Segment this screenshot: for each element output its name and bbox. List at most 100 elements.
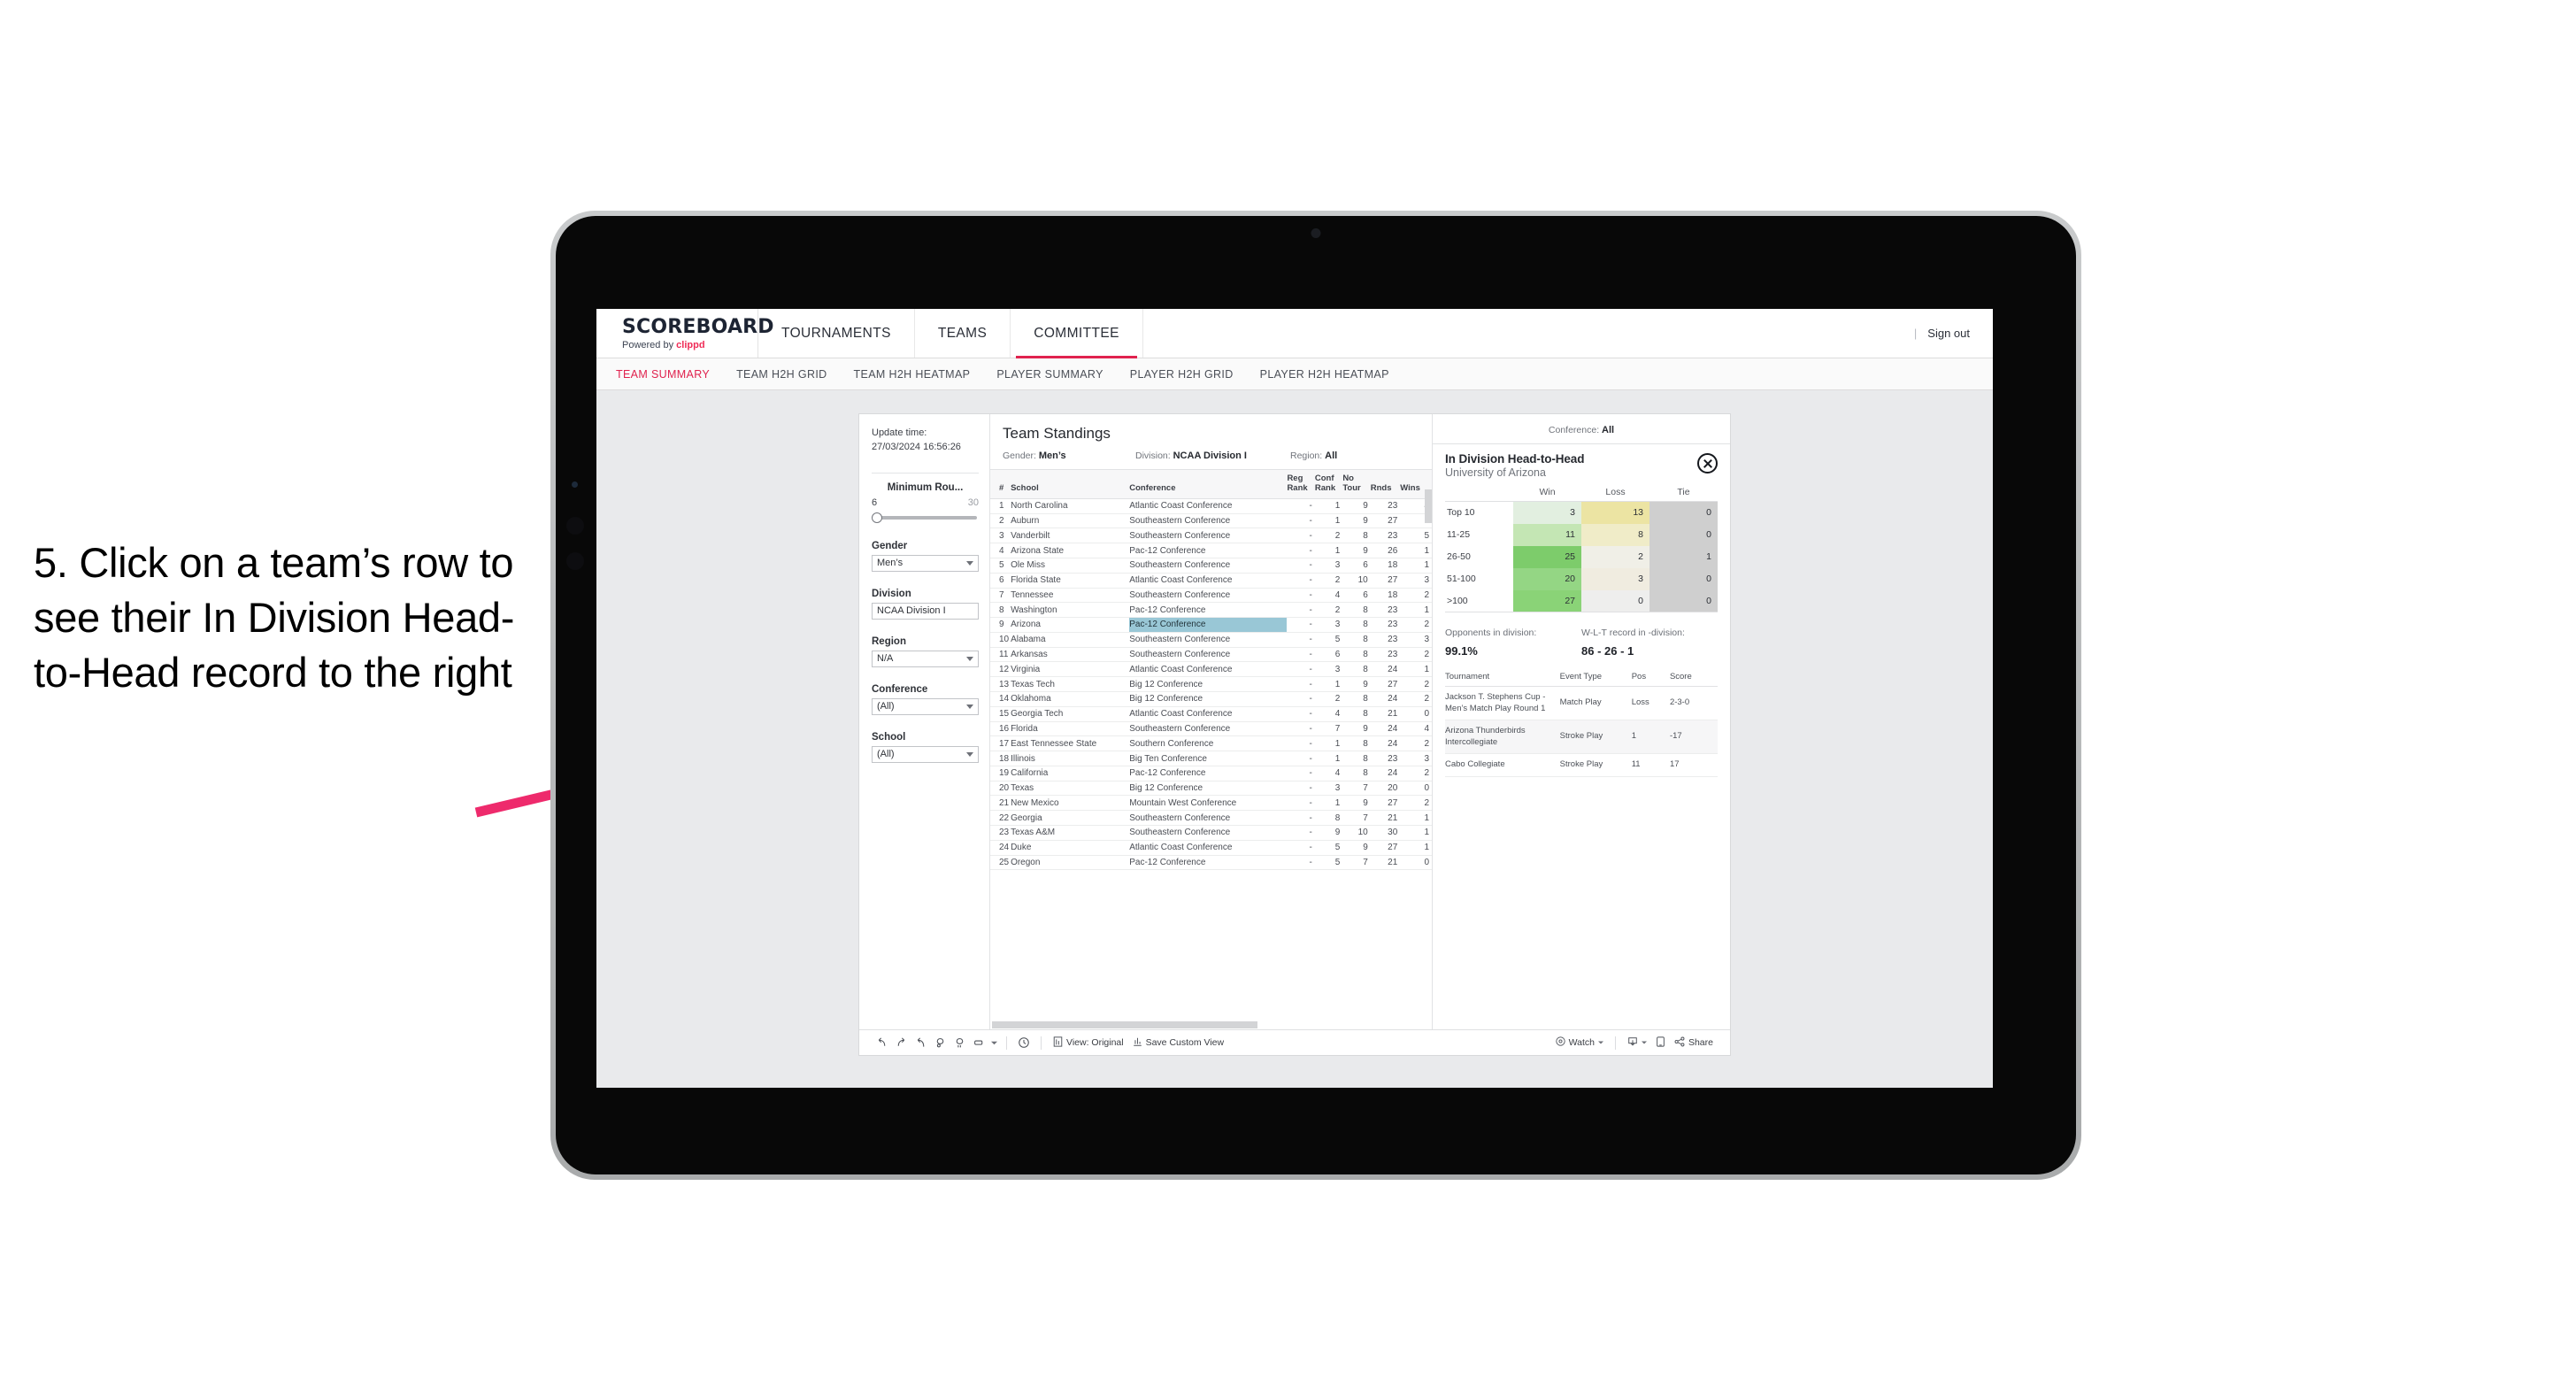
table-row[interactable]: 24 Duke Atlantic Coast Conference -5 9 27 1 bbox=[990, 840, 1432, 856]
tab-team-summary[interactable]: TEAM SUMMARY bbox=[616, 368, 710, 381]
cell-rnds: 27 bbox=[1370, 573, 1401, 589]
table-row[interactable]: 7 Tennessee Southeastern Conference -4 6 18 2 bbox=[990, 588, 1432, 604]
head-to-head-panel: Conference: All In Division Head-to-Head… bbox=[1433, 414, 1730, 1029]
update-time-block: Update time: 27/03/2024 16:56:26 bbox=[872, 427, 979, 455]
conference-select[interactable]: (All) bbox=[872, 697, 979, 715]
table-row[interactable]: 15 Georgia Tech Atlantic Coast Conference -… bbox=[990, 706, 1432, 722]
tab-team-h2h-heatmap[interactable]: TEAM H2H HEATMAP bbox=[854, 368, 971, 381]
meta-division-value: NCAA Division I bbox=[1173, 450, 1247, 461]
cell-conference: Atlantic Coast Conference bbox=[1129, 840, 1288, 856]
table-row[interactable]: 19 California Pac-12 Conference -4 8 24 2 bbox=[990, 766, 1432, 782]
col-reg-rank[interactable]: Reg Rank bbox=[1287, 470, 1315, 499]
cell-conference: Atlantic Coast Conference bbox=[1129, 706, 1288, 722]
table-row[interactable]: 8 Washington Pac-12 Conference -2 8 23 1 bbox=[990, 602, 1432, 619]
nav-item-tournaments[interactable]: TOURNAMENTS bbox=[758, 309, 915, 358]
table-row[interactable]: 2AuburnSoutheastern Conference-19276 bbox=[990, 513, 1432, 529]
table-row[interactable]: 22 Georgia Southeastern Conference -8 7 21 1 bbox=[990, 810, 1432, 827]
close-icon[interactable] bbox=[1697, 453, 1718, 474]
cell-conference: Pac-12 Conference bbox=[1129, 617, 1288, 633]
standings-horizontal-scrollbar[interactable] bbox=[992, 1021, 1257, 1028]
nav-item-committee[interactable]: COMMITTEE bbox=[1011, 309, 1143, 358]
col-no-tour[interactable]: No Tour bbox=[1342, 470, 1371, 499]
table-row[interactable]: 4 Arizona State Pac-12 Conference -1 9 26 1 bbox=[990, 543, 1432, 558]
download-button[interactable] bbox=[1623, 1036, 1651, 1050]
undo-icon[interactable] bbox=[872, 1034, 891, 1051]
view-original-button[interactable]: View: Original bbox=[1049, 1036, 1128, 1050]
standings-vertical-scrollbar[interactable] bbox=[1425, 489, 1432, 523]
cell-reg-rank: - bbox=[1287, 602, 1315, 619]
table-row[interactable]: 1 North Carolina Atlantic Coast Conference… bbox=[990, 498, 1432, 514]
slider-knob[interactable] bbox=[872, 512, 882, 523]
table-row[interactable]: 21 New Mexico Mountain West Conference -1 9 2… bbox=[990, 795, 1432, 812]
minimum-rounds-slider[interactable] bbox=[872, 512, 979, 524]
signout-link[interactable]: Sign out bbox=[1927, 327, 1970, 340]
redo-icon[interactable] bbox=[891, 1034, 911, 1051]
cell-rnds: 21 bbox=[1370, 810, 1401, 827]
col-rnds[interactable]: Rnds bbox=[1370, 470, 1401, 499]
division-select[interactable]: NCAA Division I bbox=[872, 602, 979, 620]
tournament-row[interactable]: Jackson T. Stephens Cup - Men’s Match Pl… bbox=[1445, 686, 1718, 721]
nav-separator: | bbox=[1913, 327, 1918, 340]
tablet-device: SCOREBOARD Powered by clippd TOURNAMENTS… bbox=[550, 211, 2081, 1180]
watch-button[interactable]: Watch bbox=[1551, 1036, 1608, 1049]
pause-icon[interactable] bbox=[950, 1034, 969, 1051]
tournament-row[interactable]: Arizona Thunderbirds Intercollegiate Stro… bbox=[1445, 720, 1718, 755]
table-row[interactable]: 9 Arizona Pac-12 Conference -3 8 23 2 bbox=[990, 617, 1432, 633]
opponents-value: 99.1% bbox=[1445, 644, 1478, 658]
nav-item-teams[interactable]: TEAMS bbox=[915, 309, 1011, 358]
tab-team-h2h-grid[interactable]: TEAM H2H GRID bbox=[736, 368, 827, 381]
table-row[interactable]: 13 Texas Tech Big 12 Conference -1 9 27 2 bbox=[990, 676, 1432, 692]
school-select[interactable]: (All) bbox=[872, 745, 979, 763]
tab-player-h2h-grid[interactable]: PLAYER H2H GRID bbox=[1130, 368, 1234, 381]
table-row[interactable]: 3 Vanderbilt Southeastern Conference -2 8 23 5 bbox=[990, 527, 1432, 544]
table-row[interactable]: 20 Texas Big 12 Conference -3 7 20 0 bbox=[990, 781, 1432, 797]
col-conf-rank[interactable]: Conf Rank bbox=[1314, 470, 1343, 499]
table-row[interactable]: 17 East Tennessee State Southern Conferenc… bbox=[990, 735, 1432, 752]
toolbar-separator-3 bbox=[1614, 1036, 1616, 1050]
table-row[interactable]: 12 Virginia Atlantic Coast Conference -3 8 24… bbox=[990, 661, 1432, 678]
share-button[interactable]: Share bbox=[1670, 1036, 1718, 1050]
cell-school: Texas A&M bbox=[1011, 825, 1130, 841]
table-row[interactable]: 10 Alabama Southeastern Conference -5 8 23 3 bbox=[990, 632, 1432, 648]
region-value: N/A bbox=[877, 653, 894, 665]
table-row[interactable]: 18 Illinois Big Ten Conference -1 8 23 3 bbox=[990, 751, 1432, 766]
cell-conference: Pac-12 Conference bbox=[1129, 602, 1288, 619]
dropdown-caret-icon[interactable] bbox=[988, 1034, 999, 1051]
cell-conf-rank: 1 bbox=[1314, 676, 1343, 692]
revert-icon[interactable] bbox=[911, 1034, 930, 1051]
cell-no-tour: 8 bbox=[1342, 632, 1371, 648]
cell-conference: Pac-12 Conference bbox=[1129, 855, 1288, 871]
gender-select[interactable]: Men’s bbox=[872, 554, 979, 572]
region-select[interactable]: N/A bbox=[872, 650, 979, 667]
device-button[interactable] bbox=[1651, 1036, 1670, 1050]
cell-wins: 1 bbox=[1400, 543, 1432, 558]
col-rank[interactable]: # bbox=[990, 470, 1011, 499]
brand-logo[interactable]: SCOREBOARD Powered by clippd bbox=[596, 309, 774, 358]
history-icon[interactable] bbox=[1014, 1034, 1034, 1051]
col-conference[interactable]: Conference bbox=[1129, 470, 1288, 499]
cell-rank: 11 bbox=[990, 647, 1011, 663]
layout-icon[interactable] bbox=[969, 1034, 988, 1051]
table-row[interactable]: 23 Texas A&M Southeastern Conference -9 10 30… bbox=[990, 825, 1432, 841]
cell-conference: Pac-12 Conference bbox=[1129, 766, 1288, 782]
table-row[interactable]: 6 Florida State Atlantic Coast Conference -… bbox=[990, 573, 1432, 589]
table-row[interactable]: 11 Arkansas Southeastern Conference -6 8 23 2 bbox=[990, 647, 1432, 663]
table-row[interactable]: 14 Oklahoma Big 12 Conference -2 8 24 2 bbox=[990, 691, 1432, 707]
tab-player-h2h-heatmap[interactable]: PLAYER H2H HEATMAP bbox=[1260, 368, 1389, 381]
visualization-container: Update time: 27/03/2024 16:56:26 Minimum… bbox=[859, 414, 1730, 1055]
table-row[interactable]: 5 Ole Miss Southeastern Conference -3 6 18 1 bbox=[990, 558, 1432, 574]
tournament-row[interactable]: Cabo Collegiate Stroke Play 11 17 bbox=[1445, 753, 1718, 777]
refresh-icon[interactable] bbox=[930, 1034, 950, 1051]
h2h-cell-win: 20 bbox=[1513, 567, 1581, 590]
table-row[interactable]: 25 Oregon Pac-12 Conference -5 7 21 0 bbox=[990, 855, 1432, 871]
h2h-col-loss: Loss bbox=[1581, 487, 1649, 502]
tab-player-summary[interactable]: PLAYER SUMMARY bbox=[996, 368, 1103, 381]
cell-rnds: 24 bbox=[1370, 661, 1401, 678]
h2h-row-label: 51-100 bbox=[1445, 567, 1513, 590]
save-custom-view-button[interactable]: Save Custom View bbox=[1128, 1036, 1229, 1050]
cell-wins: 0 bbox=[1400, 706, 1432, 722]
table-row[interactable]: 16 Florida Southeastern Conference -7 9 24 4 bbox=[990, 721, 1432, 737]
opponents-label: Opponents in division: bbox=[1445, 628, 1537, 638]
share-icon bbox=[1674, 1036, 1685, 1050]
col-school[interactable]: School bbox=[1011, 470, 1130, 499]
